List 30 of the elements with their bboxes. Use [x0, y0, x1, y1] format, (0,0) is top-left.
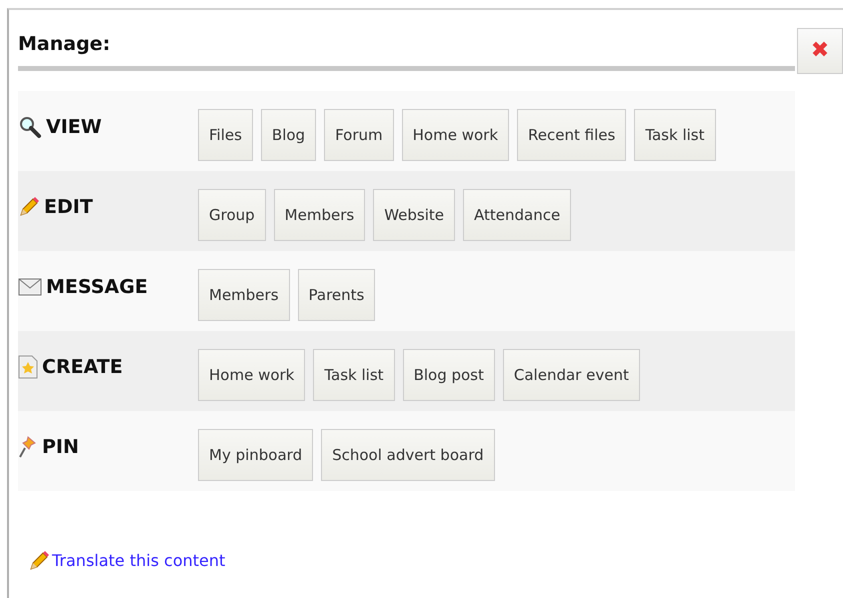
action-button[interactable]: Website: [373, 189, 455, 241]
action-button[interactable]: Task list: [634, 109, 716, 161]
action-button[interactable]: Parents: [298, 269, 376, 321]
section-label: EDIT: [44, 195, 93, 220]
action-button[interactable]: Members: [274, 189, 366, 241]
action-button[interactable]: School advert board: [321, 429, 495, 481]
translate-link[interactable]: Translate this content: [52, 549, 226, 573]
section-label: CREATE: [42, 355, 123, 380]
pencil-icon: [18, 196, 40, 218]
action-button[interactable]: Forum: [324, 109, 394, 161]
action-button[interactable]: Attendance: [462, 189, 572, 241]
action-button[interactable]: Task list: [313, 349, 395, 401]
action-button[interactable]: Blog: [260, 109, 316, 161]
action-button[interactable]: Recent files: [517, 109, 626, 161]
action-button[interactable]: Group: [198, 189, 266, 241]
action-button[interactable]: Home work: [198, 349, 306, 401]
panel-title: Manage:: [18, 33, 110, 55]
action-button[interactable]: My pinboard: [198, 429, 314, 481]
section-label: PIN: [42, 435, 79, 460]
section-label: VIEW: [46, 115, 102, 140]
action-button[interactable]: Calendar event: [502, 349, 640, 401]
search-icon: [18, 115, 42, 140]
pencil-icon: [28, 550, 50, 572]
action-button[interactable]: Blog post: [402, 349, 495, 401]
section-label: MESSAGE: [46, 275, 148, 300]
action-button[interactable]: Files: [198, 109, 253, 161]
action-button[interactable]: Home work: [402, 109, 510, 161]
pushpin-icon: [18, 435, 38, 460]
close-button[interactable]: ✖: [797, 28, 843, 74]
action-button[interactable]: Members: [198, 269, 290, 321]
